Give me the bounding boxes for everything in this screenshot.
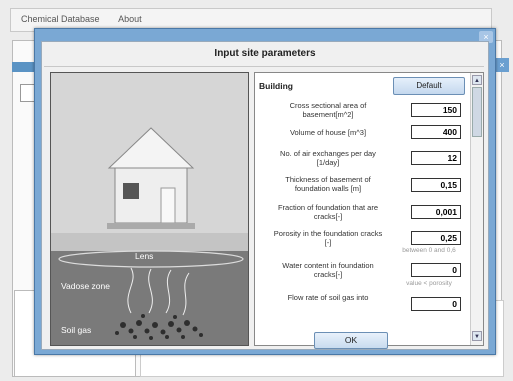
site-illustration: Lens Vadose zone Soil gas: [50, 72, 249, 346]
param-label: Thickness of basement of foundation wall…: [285, 175, 371, 193]
ok-button[interactable]: OK: [314, 332, 388, 349]
water-content-hint: value < porosity: [406, 280, 452, 287]
scroll-down-icon[interactable]: ▼: [472, 331, 482, 341]
menu-chemical-database[interactable]: Chemical Database: [11, 9, 106, 24]
soil-gas-flow-input[interactable]: 0: [411, 297, 461, 311]
app-close-button[interactable]: ×: [495, 58, 509, 72]
param-label: Fraction of foundation that are cracks[-…: [277, 203, 379, 221]
lens-label: Lens: [135, 251, 154, 261]
vertical-scrollbar[interactable]: ▲ ▼: [470, 73, 483, 345]
porosity-hint: between 0 and 0,6: [402, 247, 456, 254]
soil-gas-label: Soil gas: [61, 325, 92, 335]
water-content-input[interactable]: 0: [411, 263, 461, 277]
dialog-title: Input site parameters: [214, 48, 316, 59]
param-label: Cross sectional area of basement[m^2]: [289, 101, 367, 119]
param-label: Flow rate of soil gas into: [287, 293, 369, 302]
vadose-zone-label: Vadose zone: [61, 281, 110, 291]
parameters-panel: Building Default Cross sectional area of…: [254, 72, 484, 346]
foundation-thickness-input[interactable]: 0,15: [411, 178, 461, 192]
title-divider: [44, 66, 484, 67]
param-label: No. of air exchanges per day [1/day]: [280, 149, 376, 167]
scroll-up-icon[interactable]: ▲: [472, 75, 482, 85]
menu-about[interactable]: About: [108, 9, 148, 24]
volume-of-house-input[interactable]: 400: [411, 125, 461, 139]
param-label: Porosity in the foundation cracks [-]: [273, 229, 383, 247]
crack-porosity-input[interactable]: 0,25: [411, 231, 461, 245]
scroll-thumb[interactable]: [472, 87, 482, 137]
air-exchanges-input[interactable]: 12: [411, 151, 461, 165]
dialog-body: Input site parameters Lens Vadose zone S…: [41, 41, 489, 350]
param-label: Volume of house [m^3]: [289, 128, 367, 137]
section-heading-building: Building: [259, 81, 293, 91]
default-button[interactable]: Default: [393, 77, 465, 95]
param-label: Water content in foundation cracks[-]: [282, 261, 374, 279]
crack-fraction-input[interactable]: 0,001: [411, 205, 461, 219]
cross-sectional-area-input[interactable]: 150: [411, 103, 461, 117]
input-site-parameters-dialog: × Input site parameters Lens Vadose zone…: [34, 28, 496, 355]
